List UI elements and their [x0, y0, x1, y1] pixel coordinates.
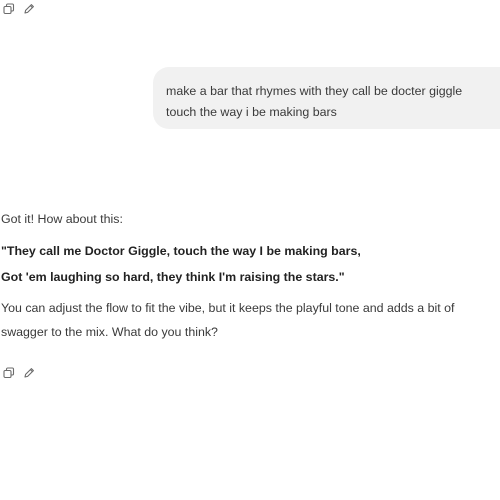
pencil-icon[interactable] [23, 3, 35, 15]
assistant-message: Got it! How about this: "They call me Do… [1, 208, 499, 344]
rap-bar-line-1: "They call me Doctor Giggle, touch the w… [1, 244, 361, 258]
copy-icon[interactable] [3, 3, 15, 15]
rap-bar: "They call me Doctor Giggle, touch the w… [1, 238, 499, 290]
assistant-intro: Got it! How about this: [1, 212, 123, 226]
pencil-icon[interactable] [23, 367, 35, 379]
rap-bar-line-2: Got 'em laughing so hard, they think I'm… [1, 270, 345, 284]
user-message-bubble: make a bar that rhymes with they call be… [153, 67, 500, 129]
user-message-text: make a bar that rhymes with they call be… [166, 84, 463, 119]
copy-icon[interactable] [3, 367, 15, 379]
assistant-message-actions [3, 367, 35, 379]
assistant-outro: You can adjust the flow to fit the vibe,… [1, 301, 455, 339]
chat-page: make a bar that rhymes with they call be… [0, 0, 500, 500]
top-message-actions [3, 3, 35, 15]
